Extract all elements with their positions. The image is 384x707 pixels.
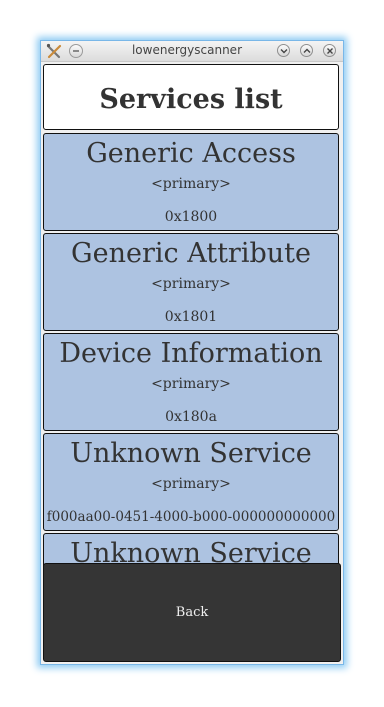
service-uuid: 0x1801 [164, 309, 218, 325]
window-menu-button[interactable] [69, 44, 83, 58]
service-uuid: 0x1800 [164, 209, 218, 225]
service-item-generic-access[interactable]: Generic Access <primary> 0x1800 [43, 133, 339, 231]
title-bar[interactable]: lowenergyscanner [41, 41, 343, 62]
service-uuid: f000aa00-0451-4000-b000-000000000000 [46, 509, 336, 525]
service-item-generic-attribute[interactable]: Generic Attribute <primary> 0x1801 [43, 233, 339, 331]
service-item-unknown-service[interactable]: Unknown Service <primary> f000aa00-0451-… [43, 433, 339, 531]
close-button[interactable] [323, 44, 336, 57]
back-button[interactable]: Back [43, 563, 341, 662]
page-header: Services list [43, 64, 339, 130]
service-type: <primary> [151, 376, 231, 392]
service-name: Device Information [59, 338, 323, 369]
service-uuid: 0x180a [165, 409, 217, 425]
back-button-label: Back [175, 605, 209, 620]
app-window: lowenergyscanner Services list Generic A… [40, 40, 344, 665]
chevron-up-icon [303, 48, 311, 53]
page-title: Services list [99, 83, 283, 115]
service-name: Unknown Service [70, 438, 312, 469]
service-type: <primary> [151, 276, 231, 292]
service-name: Generic Attribute [71, 238, 311, 269]
window-title: lowenergyscanner [131, 43, 243, 57]
close-icon [327, 48, 333, 54]
services-view[interactable]: Services list Generic Access <primary> 0… [42, 63, 342, 663]
chevron-down-icon [280, 49, 288, 54]
maximize-button[interactable] [300, 44, 313, 57]
service-type: <primary> [151, 476, 231, 492]
minimize-button[interactable] [277, 44, 290, 57]
app-tools-icon [46, 43, 62, 59]
service-type: <primary> [151, 176, 231, 192]
service-item-device-information[interactable]: Device Information <primary> 0x180a [43, 333, 339, 431]
service-name: Generic Access [86, 138, 296, 169]
